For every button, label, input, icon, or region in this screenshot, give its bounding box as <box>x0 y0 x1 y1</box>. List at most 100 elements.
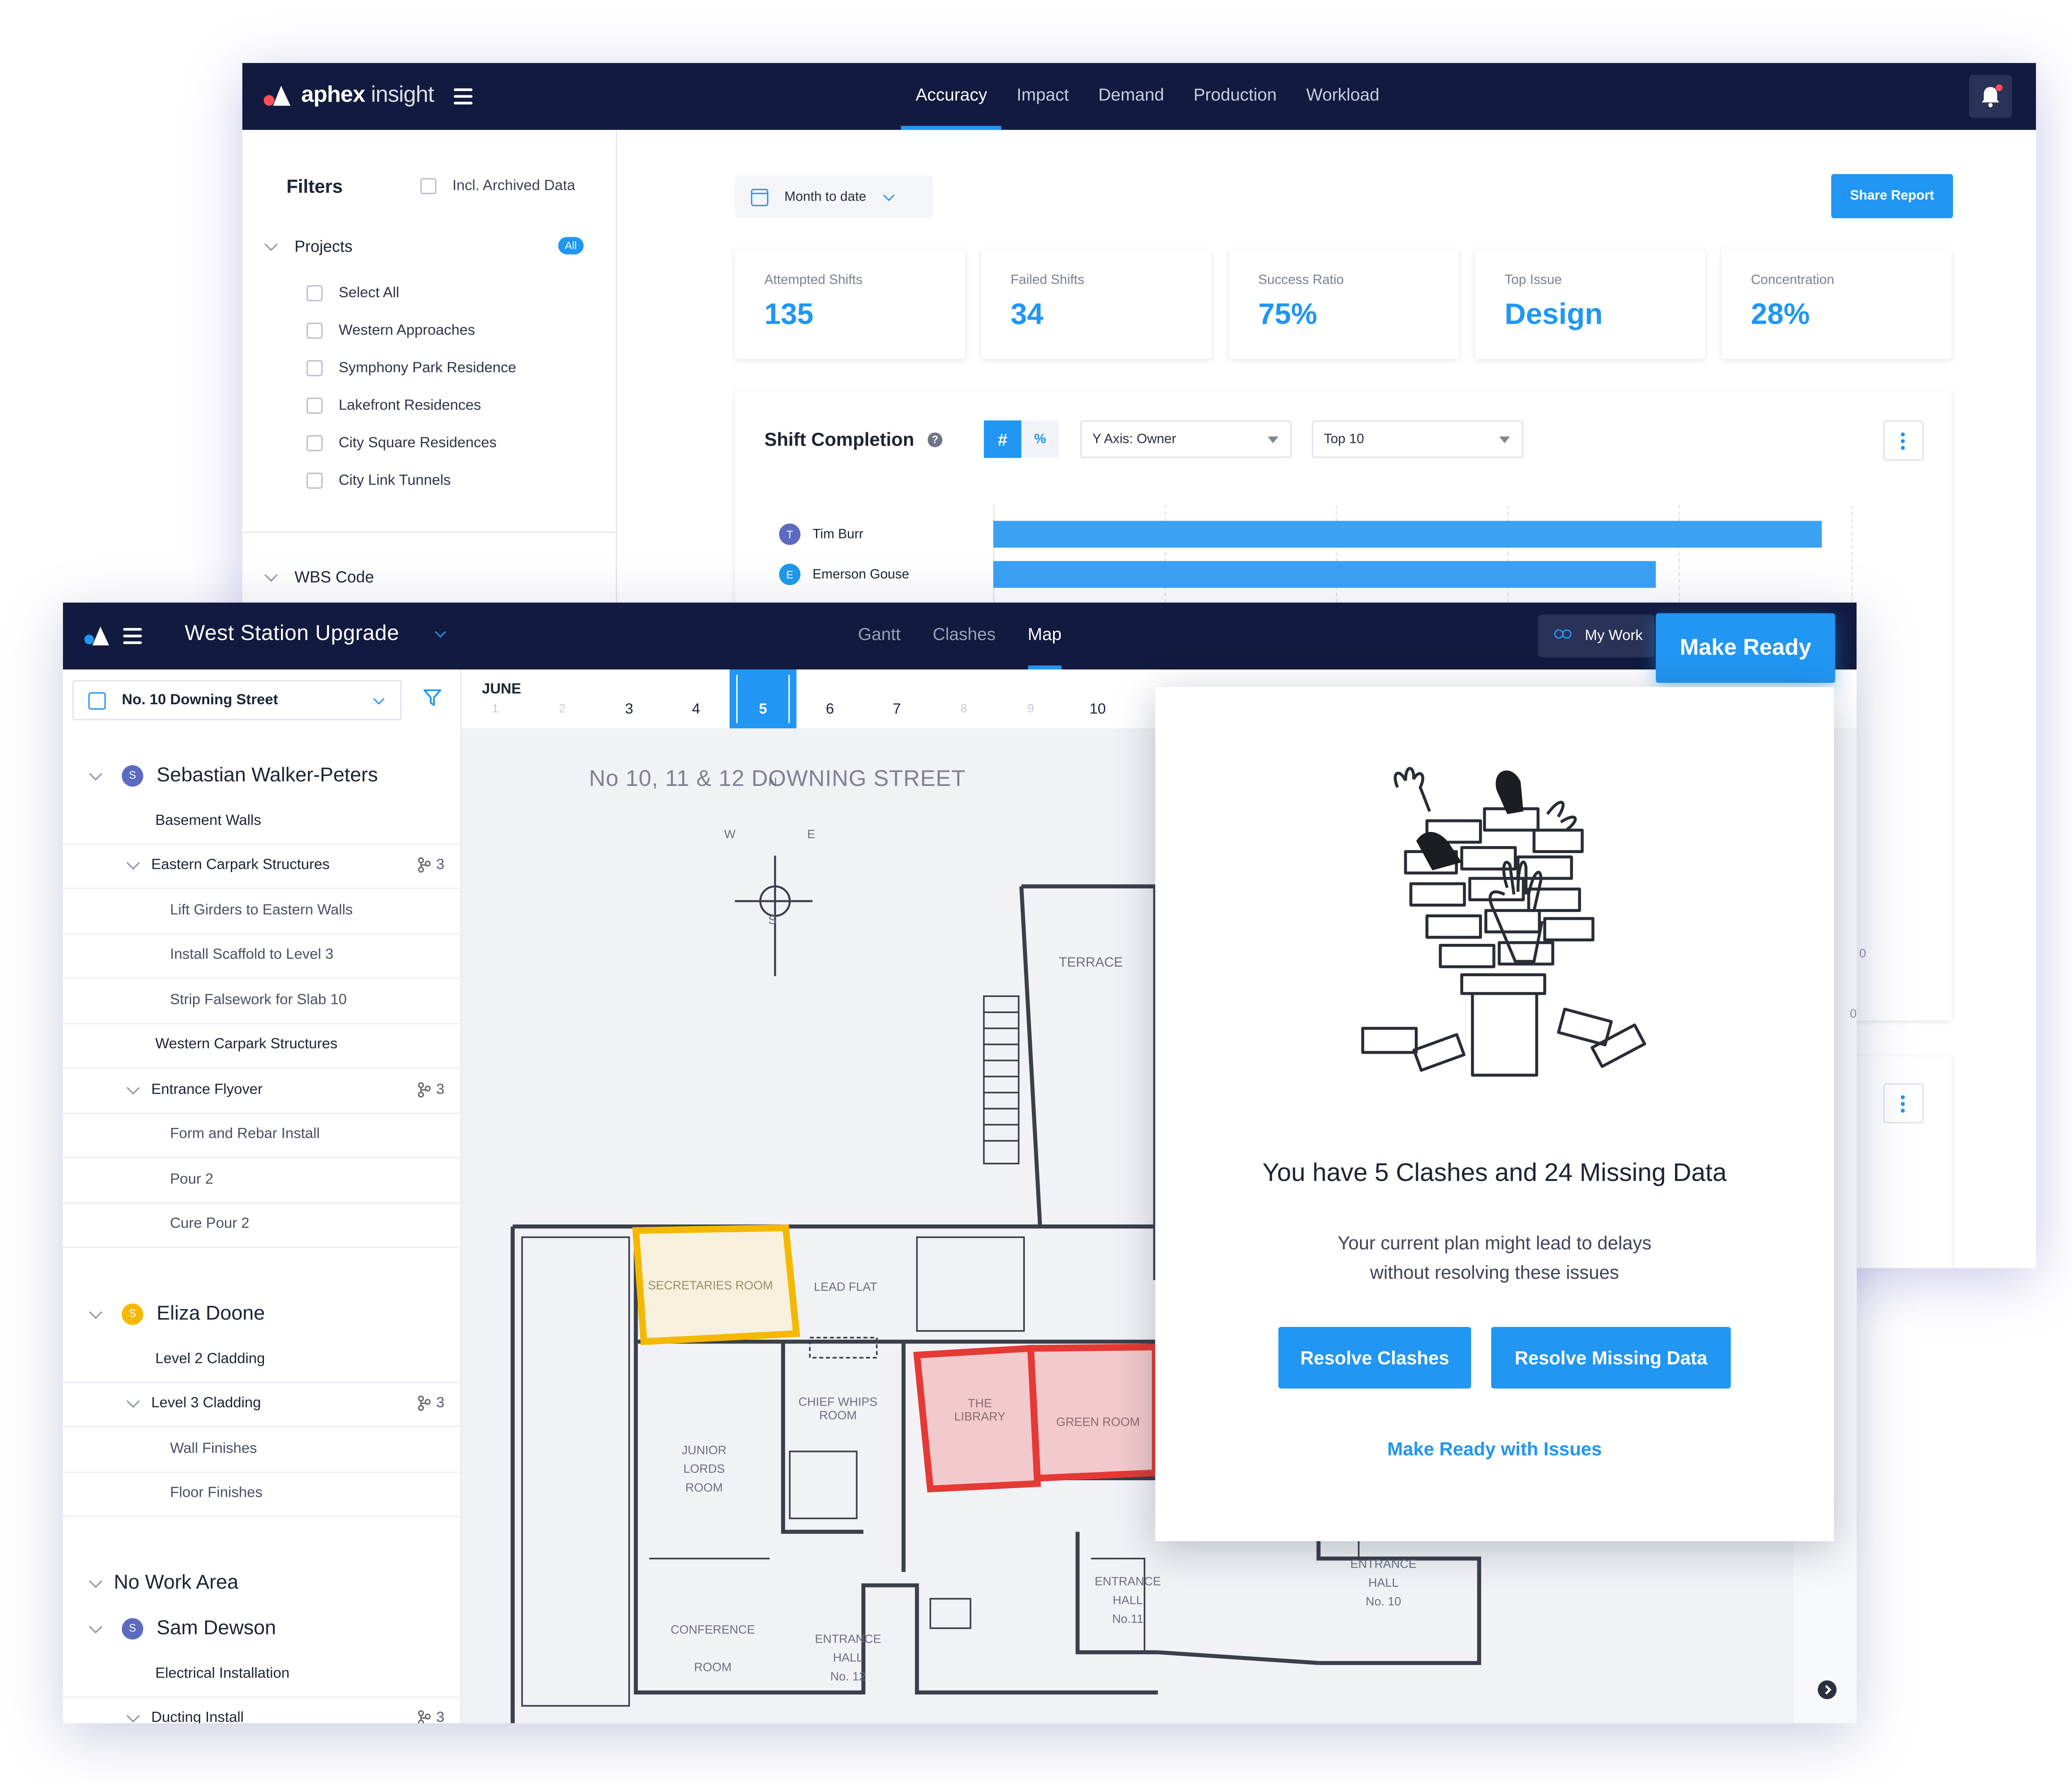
room-label[interactable]: CHIEF WHIPS ROOM <box>798 1395 878 1422</box>
calendar-day[interactable]: 3 <box>595 702 663 718</box>
room-label[interactable]: ENTRANCE HALL No. 10 <box>1340 1554 1427 1611</box>
tree-task-row[interactable]: Lift Girders to Eastern Walls <box>63 888 461 934</box>
project-option[interactable]: Lakefront Residences <box>306 398 516 435</box>
tree-task-row[interactable]: Cure Pour 2 <box>63 1202 461 1248</box>
project-option[interactable]: Symphony Park Residence <box>306 360 516 398</box>
projects-filter-header[interactable]: Projects <box>264 237 353 256</box>
room-label[interactable]: JUNIOR LORDS ROOM <box>670 1441 738 1497</box>
tree-task-row[interactable]: Electrical Installation <box>63 1651 461 1697</box>
archived-data-toggle[interactable]: Incl. Archived Data <box>420 178 575 194</box>
tab-gantt[interactable]: Gantt <box>842 603 917 670</box>
chevron-down-icon[interactable] <box>89 1620 102 1633</box>
tree-task-row[interactable]: Install Scaffold to Level 3 <box>63 933 461 979</box>
chevron-down-icon[interactable] <box>89 1574 102 1588</box>
share-report-button[interactable]: Share Report <box>1831 174 1953 218</box>
calendar-day[interactable]: 1 <box>462 702 529 715</box>
tree-task-row[interactable]: Floor Finishes <box>63 1471 461 1517</box>
tree-row-label: No Work Area <box>114 1571 239 1594</box>
wbs-code-filter-header[interactable]: WBS Code <box>264 568 374 587</box>
archived-checkbox[interactable] <box>420 178 437 194</box>
location-select[interactable]: No. 10 Downing Street <box>72 680 402 720</box>
tree-task-row[interactable]: Pour 2 <box>63 1157 461 1203</box>
project-option[interactable]: Western Approaches <box>306 322 516 360</box>
resolve-clashes-button[interactable]: Resolve Clashes <box>1278 1327 1471 1389</box>
tree-row-label: Pour 2 <box>170 1171 213 1188</box>
percent-mode-button[interactable]: % <box>1021 420 1059 458</box>
room-label[interactable]: TERRACE <box>1059 956 1123 971</box>
room-label[interactable]: CONFERENCE ROOM <box>663 1611 763 1686</box>
resolve-missing-data-button[interactable]: Resolve Missing Data <box>1491 1327 1731 1389</box>
tree-task-row[interactable]: Strip Falsework for Slab 10 <box>63 977 461 1024</box>
panel-more-button[interactable] <box>1883 1083 1924 1124</box>
tab-clashes[interactable]: Clashes <box>917 603 1012 670</box>
my-work-button[interactable]: My Work <box>1538 614 1655 658</box>
today-marker[interactable] <box>729 669 796 729</box>
tab-demand[interactable]: Demand <box>1084 63 1179 130</box>
tab-impact[interactable]: Impact <box>1002 63 1084 130</box>
bar[interactable] <box>993 561 1656 588</box>
chevron-down-icon[interactable] <box>126 1081 140 1094</box>
avatar: S <box>121 764 143 786</box>
top-n-select[interactable]: Top 10 <box>1312 420 1523 458</box>
project-option[interactable]: City Square Residences <box>306 435 516 473</box>
chevron-down-icon[interactable] <box>126 856 140 870</box>
tab-map[interactable]: Map <box>1012 603 1077 670</box>
tree-task-row[interactable]: Western Carpark Structures <box>63 1022 461 1069</box>
chevron-down-icon[interactable] <box>89 1304 102 1318</box>
filter-icon[interactable] <box>423 688 442 707</box>
room-label[interactable]: THE LIBRARY <box>946 1397 1014 1423</box>
calendar-day[interactable]: 10 <box>1064 702 1131 718</box>
room-label[interactable]: ENTRANCE HALL No.11 <box>1091 1572 1165 1628</box>
chevron-down-icon[interactable] <box>126 1395 140 1409</box>
chevron-down-icon[interactable] <box>89 766 102 780</box>
tree-task-row[interactable]: Wall Finishes <box>63 1426 461 1472</box>
date-range-select[interactable]: Month to date <box>735 175 933 218</box>
chevron-down-icon[interactable] <box>126 1709 140 1723</box>
tab-production[interactable]: Production <box>1179 63 1292 130</box>
tree-person-row[interactable]: S Sebastian Walker-Peters <box>63 752 460 798</box>
tree-task-row[interactable]: Basement Walls <box>63 798 461 844</box>
menu-icon[interactable] <box>454 88 473 104</box>
room-label[interactable]: LEAD FLAT <box>814 1280 877 1293</box>
calendar-day-today[interactable]: 5 <box>729 702 796 718</box>
calendar-day[interactable]: 6 <box>796 702 864 718</box>
room-label[interactable]: ENTRANCE HALL No. 12 <box>804 1629 891 1686</box>
menu-icon[interactable] <box>123 628 142 644</box>
calendar-day[interactable]: 2 <box>529 702 596 715</box>
calendar-day[interactable]: 7 <box>863 702 930 718</box>
bar-category-label[interactable]: E Emerson Gouse <box>779 563 909 585</box>
tree-person-row[interactable]: S Sam Dewson <box>63 1605 460 1651</box>
count-mode-button[interactable]: # <box>984 420 1021 458</box>
tree-group-row[interactable]: 3 Eastern Carpark Structures <box>63 843 461 889</box>
help-icon[interactable]: ? <box>927 432 943 447</box>
room-label[interactable]: GREEN ROOM <box>1056 1415 1140 1428</box>
project-option[interactable]: City Link Tunnels <box>306 473 516 510</box>
tab-workload[interactable]: Workload <box>1291 63 1394 130</box>
next-arrow-button[interactable] <box>1818 1680 1837 1700</box>
tree-area-row[interactable]: No Work Area <box>63 1560 460 1605</box>
tree-person-row[interactable]: S Eliza Doone <box>63 1291 460 1336</box>
aphex-insight-logo[interactable]: aphex insight <box>264 82 434 109</box>
aphex-logo-icon[interactable] <box>84 624 111 645</box>
make-ready-with-issues-link[interactable]: Make Ready with Issues <box>1155 1438 1834 1460</box>
tree-group-row[interactable]: 3 Entrance Flyover <box>63 1067 461 1113</box>
calendar-day[interactable]: 9 <box>997 702 1064 715</box>
bar-category-label[interactable]: T Tim Burr <box>779 524 863 545</box>
notifications-button[interactable] <box>1969 75 2012 118</box>
make-ready-button[interactable]: Make Ready <box>1656 613 1835 683</box>
project-title[interactable]: West Station Upgrade <box>185 623 399 647</box>
filters-title: Filters <box>286 175 343 197</box>
bar[interactable] <box>993 521 1822 548</box>
room-label[interactable]: SECRETARIES ROOM <box>648 1279 773 1292</box>
calendar-day[interactable]: 8 <box>930 702 997 715</box>
calendar-day[interactable]: 4 <box>663 702 730 718</box>
tree-task-row[interactable]: Level 2 Cladding <box>63 1336 461 1383</box>
panel-more-button[interactable] <box>1883 420 1924 461</box>
chevron-down-icon[interactable] <box>435 626 446 638</box>
y-axis-select[interactable]: Y Axis: Owner <box>1080 420 1292 458</box>
project-option[interactable]: Select All <box>306 285 516 322</box>
tree-task-row[interactable]: Form and Rebar Install <box>63 1112 461 1159</box>
tree-group-row[interactable]: 3 Level 3 Cladding <box>63 1381 461 1428</box>
tree-group-row[interactable]: 3 Ducting Install <box>63 1696 460 1724</box>
tab-accuracy[interactable]: Accuracy <box>900 63 1003 130</box>
